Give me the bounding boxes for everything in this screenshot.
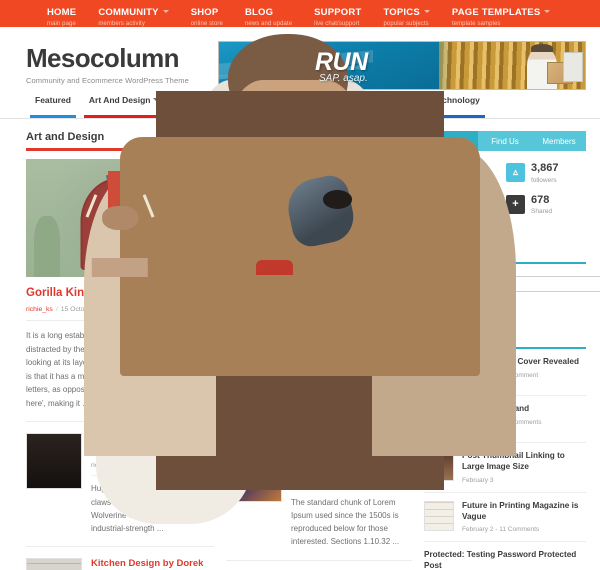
banner-photo [412, 42, 585, 89]
site-title: Mesocolumn [26, 43, 180, 73]
instagram-glyph: + [512, 198, 519, 211]
nav-item-label: BLOG [244, 7, 274, 18]
stat-followers[interactable]: ▵ 3,867 followers [506, 162, 586, 184]
technology-widget: Technology Lost in Space Cover Revealed … [424, 331, 586, 570]
post-thumbnail[interactable] [26, 433, 82, 489]
nav-item-sublabel: popular subjects [383, 21, 429, 27]
post-thumbnail[interactable] [26, 558, 82, 570]
nav-item-sublabel: members activity [98, 21, 145, 27]
nav-item-support[interactable]: SUPPORT live chat/support [303, 0, 372, 27]
banner-box-prop-2 [563, 52, 584, 83]
tab-label: Art And Design [88, 95, 151, 105]
list-item: Future in Printing Magazine is Vague Feb… [424, 493, 586, 543]
list-item: Protected: Testing Password Protected Po… [424, 542, 586, 570]
primary-navigation: HOME main page COMMUNITY members activit… [0, 0, 600, 27]
twitter-icon: ▵ [506, 163, 525, 182]
decor-hair [322, 189, 353, 209]
decor-book [91, 258, 149, 277]
nav-item-label: PAGE TEMPLATES [451, 7, 541, 18]
nav-item-label: HOME [47, 7, 77, 18]
stat-label: Shared [531, 208, 552, 216]
list-item: Mixxtapes Artist PSD Download richie_ks/… [226, 559, 412, 570]
post-title[interactable]: Future in Printing Magazine is Vague [462, 501, 586, 523]
section-title: Art and Design [26, 131, 105, 143]
twitter-glyph: ▵ [512, 167, 519, 178]
nav-item-sublabel: news and update [244, 21, 293, 27]
decor-red-element [255, 260, 293, 275]
nav-item-label: TOPICS [383, 7, 420, 18]
stat-value: 3,867 [531, 162, 559, 174]
nav-item-blog[interactable]: BLOG news and update [234, 0, 303, 27]
tab-underline [30, 115, 76, 118]
tab-featured[interactable]: Featured [26, 93, 80, 118]
post-thumbnail[interactable] [424, 500, 454, 531]
sidebar: Follow Us Find Us Members ◉ 7,333 subscr… [424, 131, 600, 570]
site-tagline: Community and Ecommerce WordPress Theme [26, 76, 189, 85]
chevron-down-icon [423, 10, 430, 13]
post-title[interactable]: Kitchen Design by Dorek Ahmand [91, 558, 214, 570]
nav-item-shop[interactable]: SHOP online store [180, 0, 234, 27]
nav-item-home[interactable]: HOME main page [36, 0, 87, 27]
post-excerpt: The standard chunk of Lorem Ipsum used s… [291, 497, 400, 547]
chevron-down-icon [544, 10, 551, 13]
list-item: Kitchen Design by Dorek Ahmand richie_ks… [26, 546, 214, 570]
stat-shared[interactable]: + 678 Shared [506, 193, 586, 216]
chevron-down-icon [162, 10, 169, 13]
stat-label: followers [531, 176, 557, 184]
post-meta: February 2 - 11 Comments [462, 526, 540, 534]
decor-plant-left [33, 215, 60, 277]
post-author[interactable]: richie_ks [26, 306, 53, 313]
nav-item-sublabel: template samples [451, 21, 501, 27]
nav-item-page-templates[interactable]: PAGE TEMPLATES template samples [441, 0, 561, 27]
nav-item-label: COMMUNITY [98, 7, 159, 18]
site-logo[interactable]: Mesocolumn Community and Ecommerce WordP… [26, 41, 189, 85]
nav-item-community[interactable]: COMMUNITY members activity [87, 0, 179, 27]
tab-members[interactable]: Members [532, 131, 586, 151]
nav-item-sublabel: live chat/support [314, 21, 360, 27]
post-title[interactable]: Protected: Testing Password Protected Po… [424, 550, 586, 570]
nav-item-label: SHOP [190, 7, 219, 18]
tab-underline [83, 115, 165, 118]
banner-subline: SAP. asap. [319, 73, 368, 84]
nav-item-label: SUPPORT [314, 7, 362, 18]
tab-find-us[interactable]: Find Us [478, 131, 532, 151]
nav-item-topics[interactable]: TOPICS popular subjects [372, 0, 440, 27]
post-meta: February 3 [462, 476, 494, 484]
list-item: Post Thumbnail Linking to Large Image Si… [424, 443, 586, 493]
decor-gorilla-head [102, 206, 138, 230]
tab-label: Featured [35, 95, 71, 105]
nav-item-sublabel: online store [190, 21, 223, 27]
nav-item-sublabel: main page [47, 21, 76, 27]
main-content: Art and Design Gorilla King Studio New P… [0, 119, 600, 570]
stat-value: 678 [531, 193, 550, 206]
